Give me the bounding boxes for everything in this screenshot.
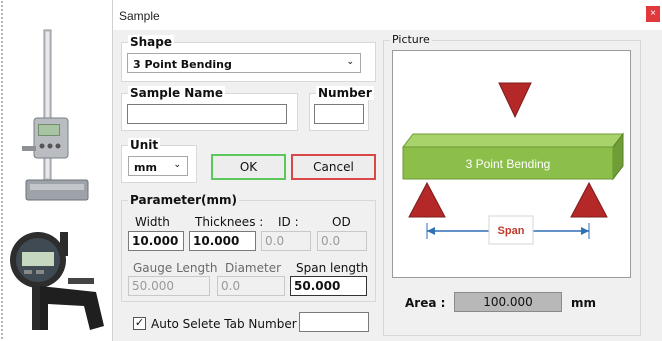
span-label: Span xyxy=(498,225,525,237)
beam-label: 3 Point Bending xyxy=(466,157,551,171)
picture-canvas: 3 Point Bending Span xyxy=(392,50,631,278)
diameter-input: 0.0 xyxy=(217,276,285,296)
picture-label: Picture xyxy=(390,33,432,46)
parameter-label: Parameter(mm) xyxy=(128,193,239,207)
width-label: Width xyxy=(135,215,170,229)
shape-selected-value: 3 Point Bending xyxy=(133,58,232,71)
support-arrow-left xyxy=(408,181,446,218)
id-label: ID : xyxy=(278,215,299,229)
width-input[interactable]: 10.000 xyxy=(128,231,184,251)
auto-tab-label: Auto Selete Tab Number : xyxy=(151,317,305,331)
number-label: Number xyxy=(316,86,374,100)
sample-name-input[interactable] xyxy=(127,104,287,124)
load-arrow-top xyxy=(498,82,532,119)
id-input: 0.0 xyxy=(261,231,311,251)
left-image-panel xyxy=(0,0,112,341)
checkmark-icon: ✓ xyxy=(134,317,145,329)
close-icon: × xyxy=(650,8,656,19)
ok-button[interactable]: OK xyxy=(211,154,286,180)
height-gauge-image xyxy=(22,29,89,201)
od-label: OD xyxy=(332,215,351,229)
sample-name-label: Sample Name xyxy=(128,86,226,100)
bending-diagram: 3 Point Bending Span xyxy=(401,82,625,245)
shape-select[interactable]: 3 Point Bending ⌄ xyxy=(127,53,361,73)
unit-label: Unit xyxy=(128,138,161,152)
gauge-length-input: 50.000 xyxy=(128,276,210,296)
thickness-input[interactable]: 10.000 xyxy=(189,231,256,251)
unit-select[interactable]: mm ⌄ xyxy=(128,156,188,176)
gauge-length-label: Gauge Length xyxy=(133,261,218,275)
diameter-label: Diameter xyxy=(225,261,282,275)
od-input: 0.0 xyxy=(317,231,367,251)
chevron-down-icon: ⌄ xyxy=(346,57,354,67)
support-arrow-right xyxy=(570,181,608,218)
number-input[interactable] xyxy=(314,104,364,124)
chevron-down-icon: ⌄ xyxy=(173,160,181,170)
shape-group-label: Shape xyxy=(128,35,175,49)
thickness-label: Thicknees : xyxy=(195,215,264,229)
span-arrowhead-right xyxy=(581,227,589,235)
sample-dialog: Sample × Shape 3 Point Bending ⌄ Sample … xyxy=(112,0,662,341)
close-button[interactable]: × xyxy=(646,6,660,22)
span-arrowhead-left xyxy=(427,227,435,235)
dotted-border xyxy=(0,0,4,341)
cancel-button[interactable]: Cancel xyxy=(291,154,376,180)
span-length-label: Span length xyxy=(296,261,369,275)
auto-tab-input[interactable] xyxy=(299,312,369,332)
area-label: Area : xyxy=(405,296,446,310)
span-length-input[interactable]: 50.000 xyxy=(290,276,367,296)
title-bar: Sample × xyxy=(113,0,662,30)
auto-tab-checkbox[interactable]: ✓ xyxy=(133,317,146,330)
screen: Sample × Shape 3 Point Bending ⌄ Sample … xyxy=(0,0,662,341)
unit-selected-value: mm xyxy=(134,161,157,174)
area-value: 100.000 xyxy=(454,292,562,312)
area-unit: mm xyxy=(571,296,597,310)
window-title: Sample xyxy=(119,9,160,23)
beam-top-face xyxy=(401,133,625,148)
thickness-gauge-image xyxy=(10,232,104,330)
